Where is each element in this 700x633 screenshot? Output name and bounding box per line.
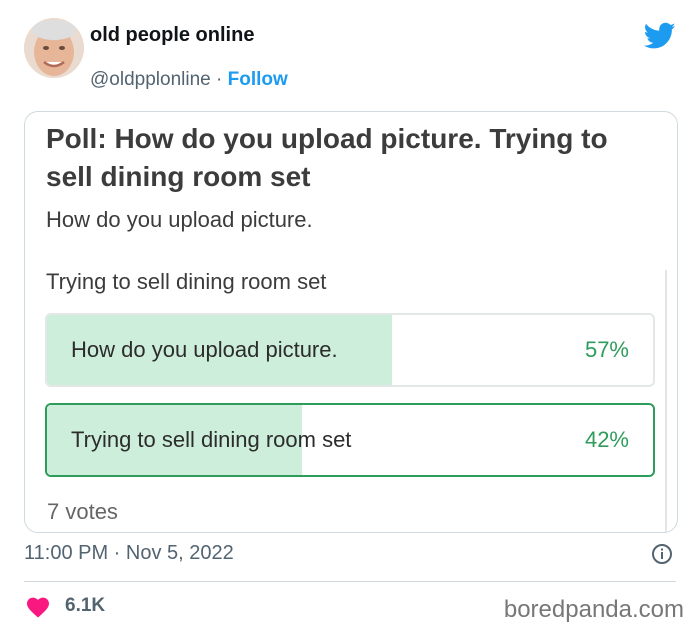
poll-option-2-percent: 42% xyxy=(584,427,629,452)
avatar-image xyxy=(24,18,84,78)
author-display-name[interactable]: old people online xyxy=(90,24,254,47)
tweet-header: old people online @oldpplonline · Follow xyxy=(24,18,676,90)
watermark: boredpanda.com xyxy=(503,596,684,623)
poll-description: How do you upload picture. Trying to sel… xyxy=(46,202,646,300)
scrollbar-track xyxy=(665,270,667,532)
poll-option-1[interactable]: How do you upload picture. 57% xyxy=(45,313,655,387)
divider xyxy=(24,581,676,582)
poll-option-2-label: Trying to sell dining room set xyxy=(71,427,352,452)
twitter-bird-icon[interactable] xyxy=(644,22,676,50)
poll-description-line-2: Trying to sell dining room set xyxy=(46,269,327,294)
info-icon[interactable] xyxy=(651,543,673,565)
like-count[interactable]: 6.1K xyxy=(65,595,105,617)
author-meta: @oldpplonline · Follow xyxy=(90,69,288,91)
poll-screenshot-card[interactable]: Poll: How do you upload picture. Trying … xyxy=(24,111,678,533)
poll-option-1-label: How do you upload picture. xyxy=(71,337,338,362)
poll-option-1-percent: 57% xyxy=(584,337,629,362)
avatar[interactable] xyxy=(24,18,84,78)
tweet-timestamp[interactable]: 11:00 PM · Nov 5, 2022 xyxy=(24,542,234,565)
poll-vote-count: 7 votes xyxy=(47,499,118,524)
meta-separator: · xyxy=(210,69,228,90)
follow-button[interactable]: Follow xyxy=(228,69,288,90)
poll-option-2[interactable]: Trying to sell dining room set 42% xyxy=(45,403,655,477)
heart-icon[interactable] xyxy=(26,596,50,618)
poll-title: Poll: How do you upload picture. Trying … xyxy=(46,123,608,192)
poll-description-line-1: How do you upload picture. xyxy=(46,207,313,232)
author-handle[interactable]: @oldpplonline xyxy=(90,69,211,90)
